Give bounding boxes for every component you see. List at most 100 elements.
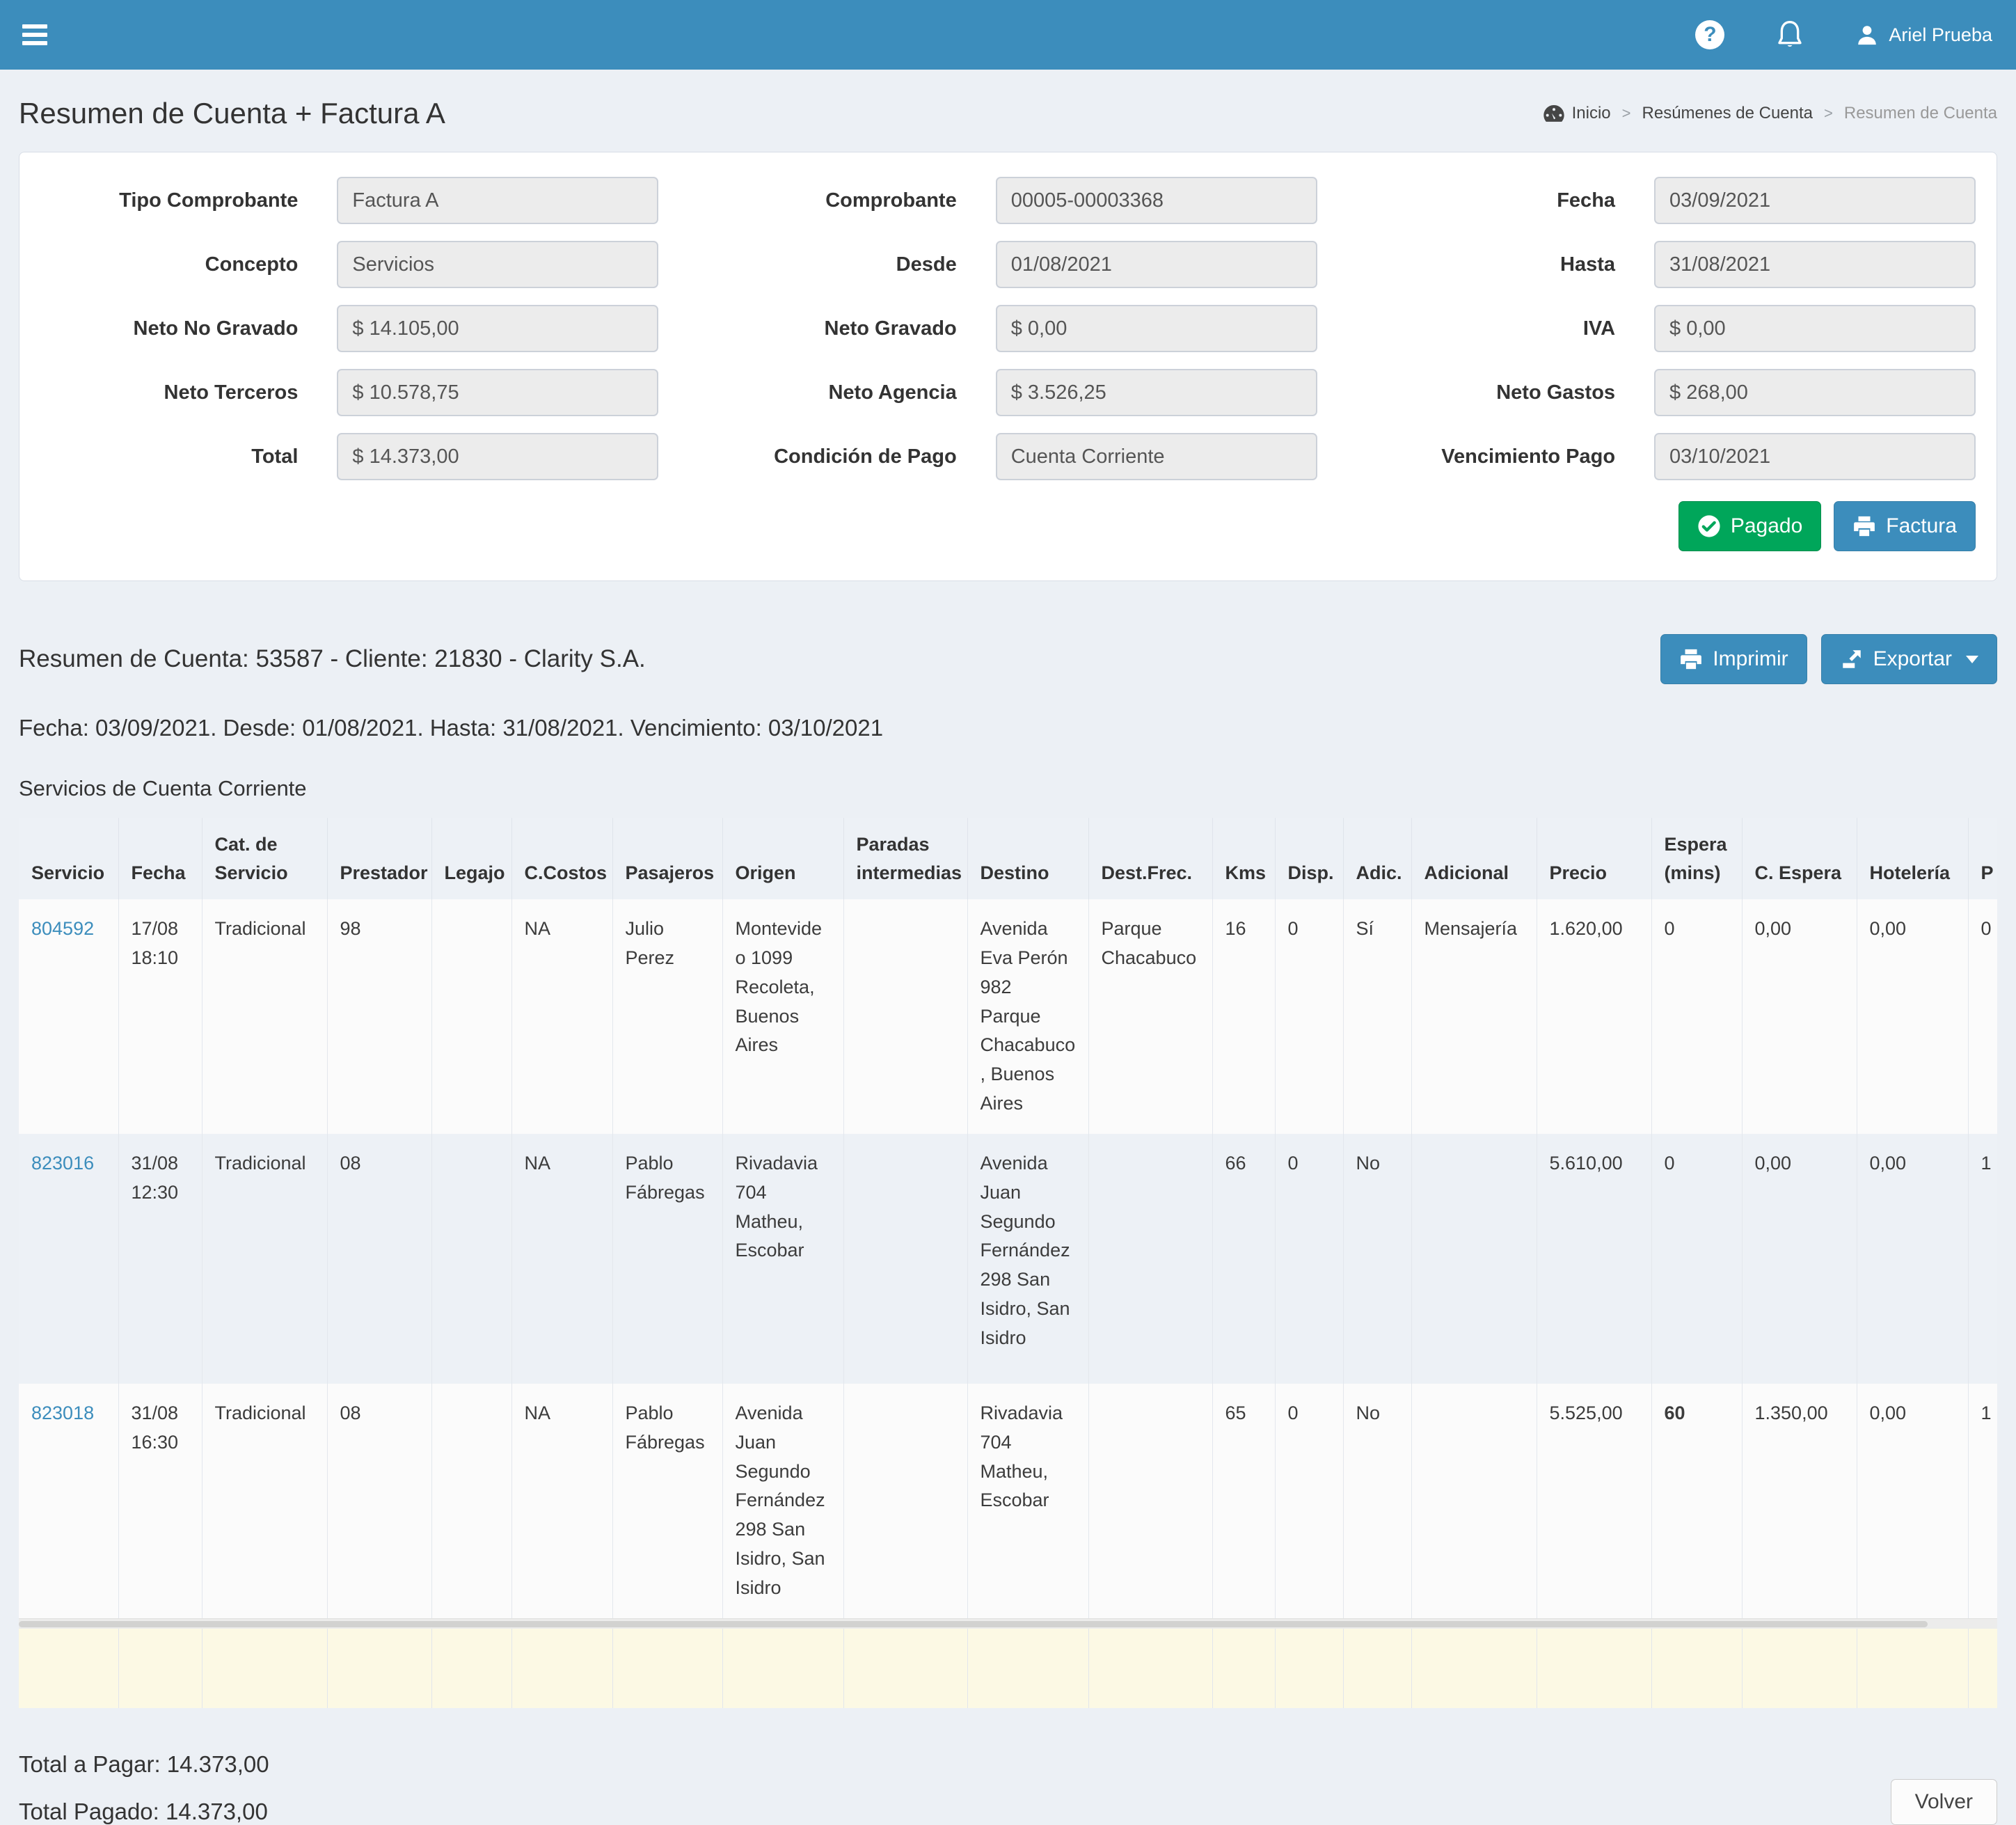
table-cell: Mensajería bbox=[1411, 899, 1537, 1134]
table-cell bbox=[1088, 1384, 1212, 1618]
field-label: Neto Terceros bbox=[40, 381, 337, 404]
services-table-container: ServicioFechaCat. de ServicioPrestadorLe… bbox=[19, 818, 1997, 1708]
exportar-button[interactable]: Exportar bbox=[1821, 634, 1997, 684]
imprimir-button[interactable]: Imprimir bbox=[1660, 634, 1807, 684]
table-cell: NA bbox=[511, 1134, 612, 1384]
pagado-button[interactable]: Pagado bbox=[1678, 501, 1821, 551]
help-button[interactable]: ? bbox=[1695, 20, 1724, 49]
footer-cell bbox=[327, 1629, 431, 1708]
table-cell: Montevideo 1099 Recoleta, Buenos Aires bbox=[722, 899, 843, 1134]
footer-cell bbox=[1212, 1629, 1275, 1708]
field-label: Total bbox=[40, 445, 337, 468]
table-cell: 0 bbox=[1968, 899, 1997, 1134]
table-cell: No bbox=[1343, 1134, 1411, 1384]
footer-cell bbox=[722, 1629, 843, 1708]
export-icon bbox=[1840, 647, 1864, 671]
tipo-comprobante-field[interactable]: Factura A bbox=[337, 177, 658, 224]
field-label: IVA bbox=[1358, 317, 1654, 340]
total-a-pagar: Total a Pagar: 14.373,00 bbox=[19, 1751, 269, 1778]
breadcrumb-home[interactable]: Inicio bbox=[1543, 104, 1611, 123]
neto-agencia-field[interactable]: $ 3.526,25 bbox=[996, 369, 1317, 416]
table-cell: 0 bbox=[1651, 899, 1742, 1134]
imprimir-label: Imprimir bbox=[1713, 647, 1788, 671]
table-cell: 08 bbox=[327, 1384, 431, 1618]
printer-icon bbox=[1852, 514, 1876, 538]
table-cell bbox=[431, 899, 511, 1134]
footer-cell bbox=[612, 1629, 722, 1708]
column-header: Espera (mins) bbox=[1651, 818, 1742, 899]
pagado-label: Pagado bbox=[1731, 514, 1802, 538]
service-link[interactable]: 823016 bbox=[31, 1153, 94, 1174]
field-label: Tipo Comprobante bbox=[40, 189, 337, 212]
table-cell: 16 bbox=[1212, 899, 1275, 1134]
table-cell bbox=[1088, 1134, 1212, 1384]
column-header: Pasajeros bbox=[612, 818, 722, 899]
footer-cell bbox=[118, 1629, 202, 1708]
footer-cell bbox=[19, 1629, 118, 1708]
table-cell: Tradicional bbox=[202, 1384, 327, 1618]
field-label: Condición de Pago bbox=[699, 445, 995, 468]
notifications-button[interactable] bbox=[1776, 19, 1804, 50]
total-field[interactable]: $ 14.373,00 bbox=[337, 433, 658, 480]
neto-terceros-field[interactable]: $ 10.578,75 bbox=[337, 369, 658, 416]
neto-gastos-field[interactable]: $ 268,00 bbox=[1654, 369, 1976, 416]
field-label: Neto Gravado bbox=[699, 317, 995, 340]
comprobante-field[interactable]: 00005-00003368 bbox=[996, 177, 1317, 224]
table-row: 82301831/08 16:30Tradicional08NAPablo Fá… bbox=[19, 1384, 1997, 1618]
table-cell: Rivadavia 704 Matheu, Escobar bbox=[967, 1384, 1088, 1618]
hasta-field[interactable]: 31/08/2021 bbox=[1654, 241, 1976, 288]
table-cell bbox=[843, 899, 967, 1134]
column-header: Adicional bbox=[1411, 818, 1537, 899]
table-cell bbox=[843, 1384, 967, 1618]
table-cell bbox=[843, 1134, 967, 1384]
breadcrumb: Inicio > Resúmenes de Cuenta > Resumen d… bbox=[1543, 104, 1997, 123]
field-label: Neto Agencia bbox=[699, 381, 995, 404]
condicion-pago-field[interactable]: Cuenta Corriente bbox=[996, 433, 1317, 480]
table-cell: Pablo Fábregas bbox=[612, 1134, 722, 1384]
neto-no-gravado-field[interactable]: $ 14.105,00 bbox=[337, 305, 658, 352]
column-header: Paradas intermedias bbox=[843, 818, 967, 899]
table-cell: 1 bbox=[1968, 1134, 1997, 1384]
table-cell: 0,00 bbox=[1857, 1134, 1968, 1384]
concepto-field[interactable]: Servicios bbox=[337, 241, 658, 288]
factura-label: Factura bbox=[1886, 514, 1957, 538]
horizontal-scrollbar[interactable] bbox=[19, 1618, 1997, 1629]
table-cell: Sí bbox=[1343, 899, 1411, 1134]
desde-field[interactable]: 01/08/2021 bbox=[996, 241, 1317, 288]
vencimiento-pago-field[interactable]: 03/10/2021 bbox=[1654, 433, 1976, 480]
table-cell: 98 bbox=[327, 899, 431, 1134]
factura-button[interactable]: Factura bbox=[1834, 501, 1976, 551]
account-summary-title: Resumen de Cuenta: 53587 - Cliente: 2183… bbox=[19, 645, 646, 673]
iva-field[interactable]: $ 0,00 bbox=[1654, 305, 1976, 352]
breadcrumb-parent[interactable]: Resúmenes de Cuenta bbox=[1642, 104, 1813, 123]
dashboard-icon bbox=[1543, 104, 1565, 123]
column-header: Kms bbox=[1212, 818, 1275, 899]
field-label: Hasta bbox=[1358, 253, 1654, 276]
table-row: 80459217/08 18:10Tradicional98NAJulio Pe… bbox=[19, 899, 1997, 1134]
table-cell: 823018 bbox=[19, 1384, 118, 1618]
chevron-down-icon bbox=[1966, 656, 1978, 663]
table-cell: NA bbox=[511, 1384, 612, 1618]
column-header: Servicio bbox=[19, 818, 118, 899]
table-cell: 1.350,00 bbox=[1742, 1384, 1857, 1618]
table-cell: Julio Perez bbox=[612, 899, 722, 1134]
field-label: Comprobante bbox=[699, 189, 995, 212]
neto-gravado-field[interactable]: $ 0,00 bbox=[996, 305, 1317, 352]
invoice-panel: Tipo ComprobanteFactura A Comprobante000… bbox=[19, 152, 1997, 581]
fecha-field[interactable]: 03/09/2021 bbox=[1654, 177, 1976, 224]
summary-date-line: Fecha: 03/09/2021. Desde: 01/08/2021. Ha… bbox=[19, 715, 1997, 741]
footer-cell bbox=[202, 1629, 327, 1708]
service-link[interactable]: 804592 bbox=[31, 918, 94, 939]
footer-cell bbox=[1343, 1629, 1411, 1708]
volver-button[interactable]: Volver bbox=[1891, 1779, 1997, 1825]
sidebar-toggle-button[interactable] bbox=[0, 0, 70, 70]
scrollbar-thumb[interactable] bbox=[19, 1621, 1928, 1627]
table-cell: Avenida Juan Segundo Fernández 298 San I… bbox=[967, 1134, 1088, 1384]
footer-cell bbox=[1088, 1629, 1212, 1708]
user-menu[interactable]: Ariel Prueba bbox=[1855, 23, 1992, 47]
footer-cell bbox=[1968, 1629, 1997, 1708]
table-cell: 804592 bbox=[19, 899, 118, 1134]
table-cell: 5.610,00 bbox=[1537, 1134, 1651, 1384]
exportar-label: Exportar bbox=[1873, 647, 1952, 671]
service-link[interactable]: 823018 bbox=[31, 1403, 94, 1423]
